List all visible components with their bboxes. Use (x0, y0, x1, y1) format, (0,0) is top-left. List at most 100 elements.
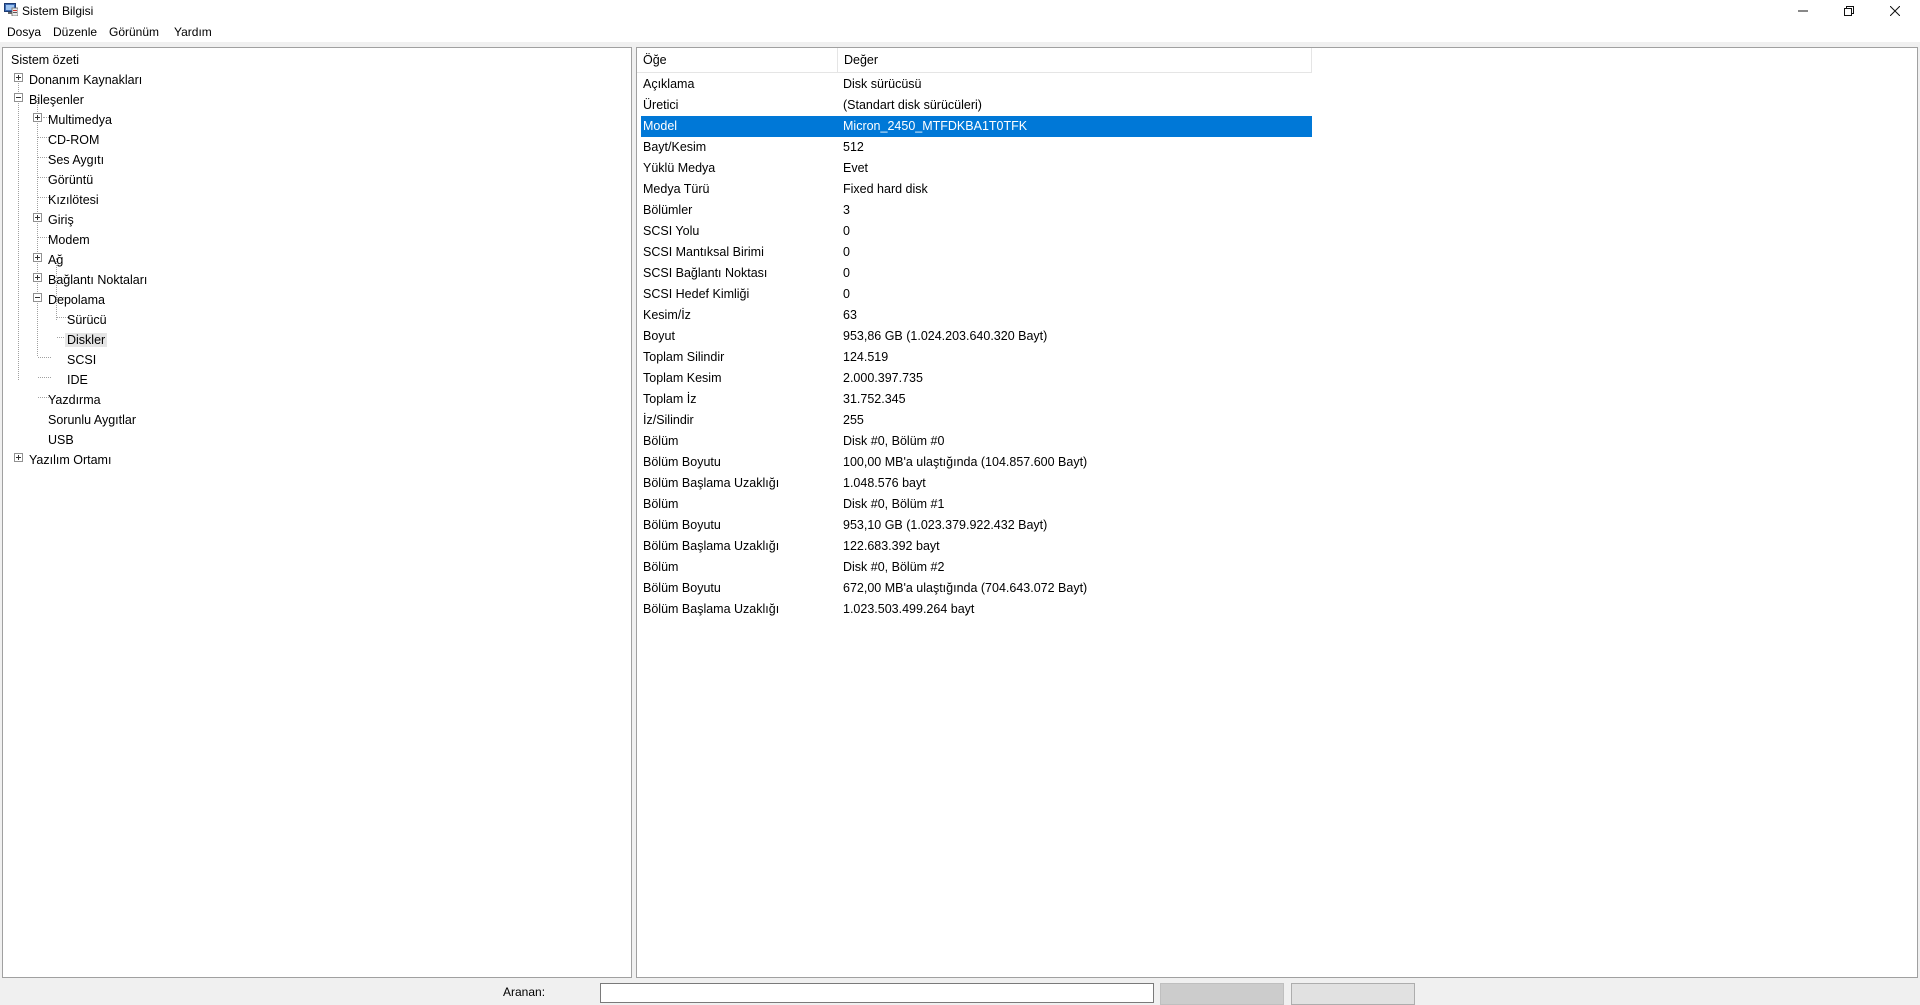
table-row[interactable]: Bölümler 3 (641, 200, 1312, 221)
list-header: Öğe Değer (637, 48, 1312, 73)
table-row[interactable]: Model Micron_2450_MTFDKBA1T0TFK (641, 116, 1312, 137)
table-row[interactable]: Üretici (Standart disk sürücüleri) (641, 95, 1312, 116)
expand-icon[interactable] (33, 113, 42, 122)
category-tree[interactable]: Sistem özeti Donanım Kaynakları Bileşenl… (2, 47, 632, 978)
tree-item-cd-rom[interactable]: CD-ROM (46, 130, 101, 150)
row-item-value: 512 (843, 140, 864, 154)
row-item-value: 100,00 MB'a ulaştığında (104.857.600 Bay… (843, 455, 1088, 469)
table-row[interactable]: İz/Silindir 255 (641, 410, 1312, 431)
tree-item-kizilotesi[interactable]: Kızılötesi (46, 190, 101, 210)
tree-item-sorunlu-aygitlar[interactable]: Sorunlu Aygıtlar (46, 410, 138, 430)
menu-duzenle[interactable]: Düzenle (53, 25, 97, 39)
table-row[interactable]: Açıklama Disk sürücüsü (641, 74, 1312, 95)
menu-gorunum[interactable]: Görünüm (109, 25, 159, 39)
expand-icon[interactable] (14, 453, 23, 462)
table-row[interactable]: Bayt/Kesim 512 (641, 137, 1312, 158)
expand-icon[interactable] (14, 73, 23, 82)
menu-dosya[interactable]: Dosya (7, 25, 41, 39)
window-title: Sistem Bilgisi (22, 4, 94, 18)
table-row[interactable]: SCSI Yolu 0 (641, 221, 1312, 242)
table-row[interactable]: Boyut 953,86 GB (1.024.203.640.320 Bayt) (641, 326, 1312, 347)
row-item-name: Bölüm Boyutu (643, 518, 721, 532)
row-item-name: Bölüm Başlama Uzaklığı (643, 476, 780, 490)
table-row[interactable]: Bölüm Disk #0, Bölüm #1 (641, 494, 1312, 515)
row-item-name: Açıklama (643, 77, 695, 91)
tree-item-multimedya[interactable]: Multimedya (46, 110, 114, 130)
table-row[interactable]: Bölüm Boyutu 100,00 MB'a ulaştığında (104… (641, 452, 1312, 473)
menu-yardim[interactable]: Yardım (174, 25, 212, 39)
expand-icon[interactable] (33, 273, 42, 282)
close-button[interactable] (1872, 0, 1918, 22)
table-row[interactable]: Bölüm Başlama Uzaklığı 1.023.503.499.264 … (641, 599, 1312, 620)
row-item-value: 672,00 MB'a ulaştığında (704.643.072 Bay… (843, 581, 1088, 595)
row-item-name: Boyut (643, 329, 675, 343)
expand-icon[interactable] (33, 213, 42, 222)
tree-item-scsi[interactable]: SCSI (65, 350, 98, 370)
row-item-value: 1.023.503.499.264 bayt (843, 602, 975, 616)
table-row[interactable]: Bölüm Boyutu 953,10 GB (1.023.379.922.432… (641, 515, 1312, 536)
column-header-oge[interactable]: Öğe (637, 48, 838, 72)
tree-line (38, 377, 51, 378)
table-row[interactable]: Kesim/İz 63 (641, 305, 1312, 326)
tree-item-giris[interactable]: Giriş (46, 210, 76, 230)
find-button[interactable] (1160, 983, 1284, 1005)
restore-button[interactable] (1826, 0, 1872, 22)
tree-item-diskler[interactable]: Diskler (65, 330, 108, 350)
column-header-deger[interactable]: Değer (838, 48, 1312, 72)
tree-item-ag[interactable]: Ağ (46, 250, 65, 270)
table-row[interactable]: Bölüm Boyutu 672,00 MB'a ulaştığında (704… (641, 578, 1312, 599)
table-row[interactable]: Bölüm Başlama Uzaklığı 122.683.392 bayt (641, 536, 1312, 557)
row-item-name: SCSI Mantıksal Birimi (643, 245, 764, 259)
details-list[interactable]: Öğe Değer Açıklama Disk sürücüsü Üretici (S… (636, 47, 1918, 978)
tree-item-ide[interactable]: IDE (65, 370, 90, 390)
system-information-icon (4, 3, 18, 16)
row-item-value: 0 (843, 224, 850, 238)
table-row[interactable]: SCSI Bağlantı Noktası 0 (641, 263, 1312, 284)
table-row[interactable]: Bölüm Başlama Uzaklığı 1.048.576 bayt (641, 473, 1312, 494)
row-item-value: 0 (843, 245, 850, 259)
table-row[interactable]: Bölüm Disk #0, Bölüm #2 (641, 557, 1312, 578)
tree-item-sistem-ozeti[interactable]: Sistem özeti (9, 50, 81, 70)
expand-icon[interactable] (33, 253, 42, 262)
tree-item-usb[interactable]: USB (46, 430, 76, 450)
row-item-name: Bölüm Boyutu (643, 455, 721, 469)
row-item-value: 255 (843, 413, 864, 427)
tree-item-depolama[interactable]: Depolama (46, 290, 107, 310)
row-item-value: 63 (843, 308, 857, 322)
tree-item-baglanti-noktalari[interactable]: Bağlantı Noktaları (46, 270, 149, 290)
table-row[interactable]: Yüklü Medya Evet (641, 158, 1312, 179)
table-row[interactable]: Toplam Kesim 2.000.397.735 (641, 368, 1312, 389)
table-row[interactable]: Medya Türü Fixed hard disk (641, 179, 1312, 200)
tree-item-surucu[interactable]: Sürücü (65, 310, 109, 330)
row-item-name: Bölüm (643, 560, 679, 574)
row-item-name: İz/Silindir (643, 413, 694, 427)
row-item-value: Disk #0, Bölüm #1 (843, 497, 945, 511)
collapse-icon[interactable] (14, 93, 23, 102)
table-row[interactable]: Toplam İz 31.752.345 (641, 389, 1312, 410)
row-item-name: Toplam İz (643, 392, 697, 406)
tree-item-yazdirma[interactable]: Yazdırma (46, 390, 103, 410)
row-item-value: Fixed hard disk (843, 182, 928, 196)
table-row[interactable]: Bölüm Disk #0, Bölüm #0 (641, 431, 1312, 452)
tree-item-ses-aygiti[interactable]: Ses Aygıtı (46, 150, 106, 170)
tree-item-bilesenler[interactable]: Bileşenler (27, 90, 86, 110)
close-find-button[interactable] (1291, 983, 1415, 1005)
row-item-name: SCSI Bağlantı Noktası (643, 266, 768, 280)
close-icon (1889, 5, 1901, 17)
row-item-name: Model (643, 119, 678, 133)
tree-item-goruntu[interactable]: Görüntü (46, 170, 95, 190)
row-item-value: Disk #0, Bölüm #2 (843, 560, 945, 574)
row-item-value: 124.519 (843, 350, 889, 364)
title-bar: Sistem Bilgisi (0, 0, 1920, 22)
tree-line (38, 357, 51, 358)
tree-item-yazilim-ortami[interactable]: Yazılım Ortamı (27, 450, 113, 470)
collapse-icon[interactable] (33, 293, 42, 302)
tree-item-donanim-kaynaklari[interactable]: Donanım Kaynakları (27, 70, 144, 90)
tree-item-modem[interactable]: Modem (46, 230, 92, 250)
table-row[interactable]: SCSI Mantıksal Birimi 0 (641, 242, 1312, 263)
minimize-button[interactable] (1780, 0, 1826, 22)
table-row[interactable]: Toplam Silindir 124.519 (641, 347, 1312, 368)
find-input[interactable] (600, 983, 1154, 1003)
table-row[interactable]: SCSI Hedef Kimliği 0 (641, 284, 1312, 305)
row-item-name: SCSI Hedef Kimliği (643, 287, 750, 301)
